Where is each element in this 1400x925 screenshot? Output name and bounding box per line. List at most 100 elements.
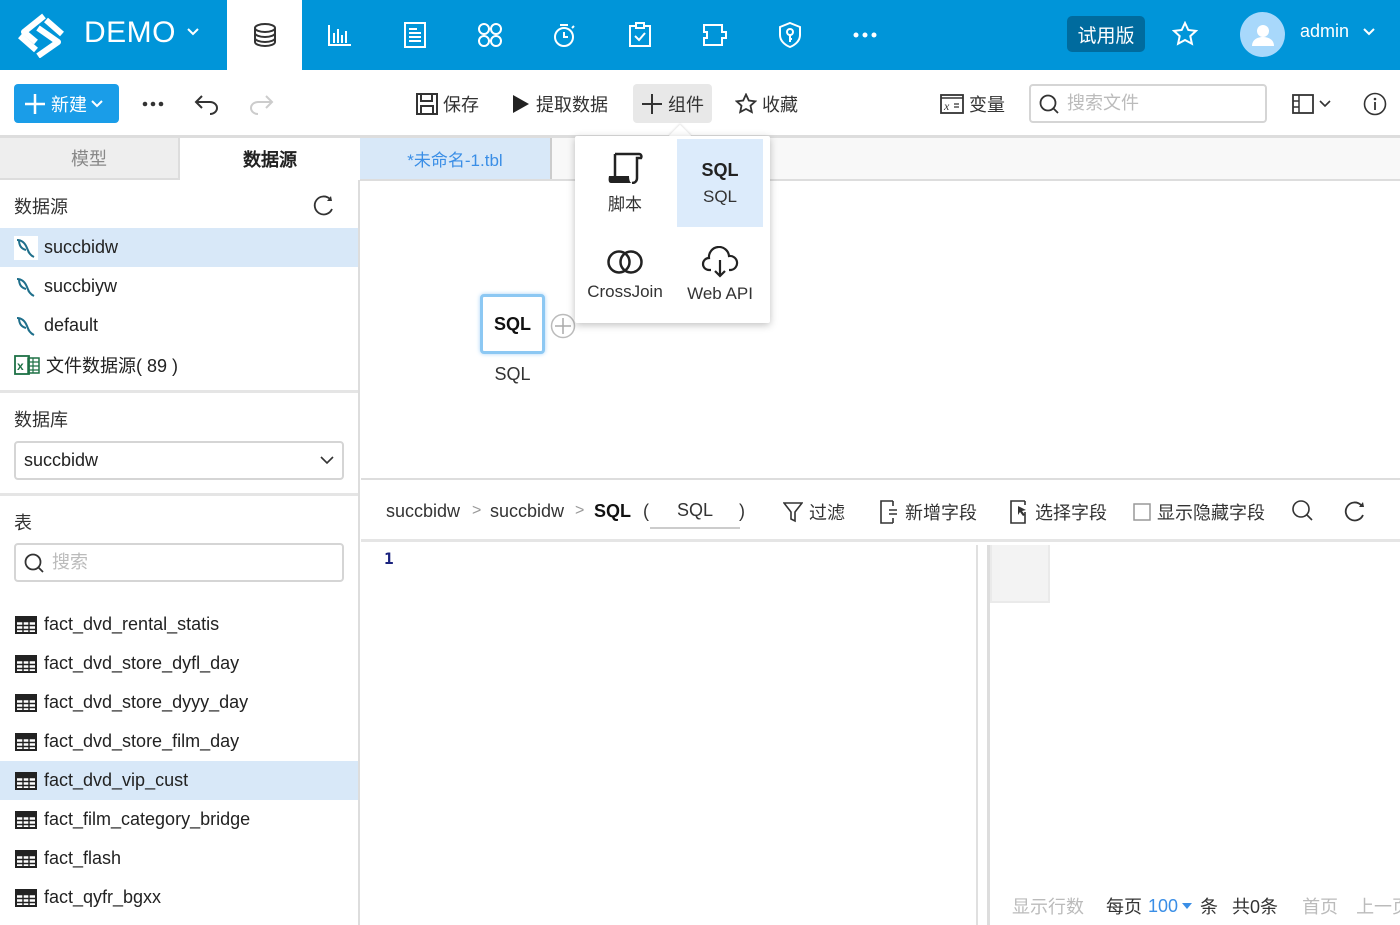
nav-data-modeling[interactable] <box>227 0 302 70</box>
table-list-item[interactable]: fact_qyfr_bgxx <box>0 878 358 917</box>
crossjoin-icon <box>606 248 644 276</box>
first-page-button[interactable]: 首页 <box>1302 893 1338 919</box>
tab-model[interactable]: 模型 <box>0 138 180 180</box>
user-name[interactable]: admin <box>1300 21 1349 42</box>
brand-name[interactable]: DEMO <box>84 16 176 50</box>
filter-label: 过滤 <box>809 503 845 523</box>
table-list-item[interactable]: fact_dvd_store_film_day <box>0 722 358 761</box>
close-paren: ) <box>739 501 745 521</box>
plus-icon <box>641 93 663 115</box>
database-section-title: 数据库 <box>14 410 68 430</box>
nav-report[interactable] <box>377 0 452 70</box>
file-search-input[interactable] <box>1067 93 1247 114</box>
refresh-icon <box>1343 499 1367 523</box>
component-button[interactable]: 组件 <box>633 84 712 123</box>
table-search-input[interactable] <box>52 552 312 573</box>
script-icon <box>607 152 643 184</box>
select-field-button[interactable]: 选择字段 <box>1009 499 1107 525</box>
datasource-item[interactable]: x 文件数据源( 89 ) <box>0 345 358 384</box>
new-button[interactable]: 新建 <box>14 84 119 123</box>
table-list-item[interactable]: fact_dvd_rental_statis <box>0 605 358 644</box>
file-search-box[interactable] <box>1029 84 1267 123</box>
nav-security[interactable] <box>752 0 827 70</box>
info-button[interactable] <box>1363 84 1387 123</box>
chevron-down-icon[interactable] <box>186 27 200 37</box>
per-page-select[interactable]: 100 <box>1148 893 1193 919</box>
prev-page-button[interactable]: 上一页 <box>1356 893 1400 919</box>
checkbox-icon <box>1133 503 1151 521</box>
table-name: fact_film_category_bridge <box>44 809 251 829</box>
timer-icon <box>552 22 578 48</box>
nav-more[interactable] <box>827 0 902 70</box>
select-field-label: 选择字段 <box>1035 503 1107 523</box>
split-handle-vertical[interactable] <box>976 545 990 925</box>
document-tab[interactable]: *未命名-1.tbl <box>360 138 552 179</box>
avatar[interactable] <box>1240 12 1285 57</box>
layout-toggle-button[interactable] <box>1292 84 1331 123</box>
component-script[interactable]: 脚本 <box>582 139 668 227</box>
per-page-label: 每页 <box>1106 897 1142 917</box>
database-select[interactable]: succbidw <box>14 441 344 480</box>
refresh-icon[interactable] <box>312 193 336 217</box>
show-hidden-fields-checkbox[interactable]: 显示隐藏字段 <box>1133 499 1265 525</box>
variable-button[interactable]: x 变量 <box>940 84 1005 123</box>
database-icon <box>252 22 278 48</box>
nav-plugins[interactable] <box>677 0 752 70</box>
security-icon <box>778 22 802 48</box>
refresh-data-button[interactable] <box>1343 499 1367 523</box>
favorite-label: 收藏 <box>762 94 798 115</box>
nav-schedule[interactable] <box>527 0 602 70</box>
component-crossjoin[interactable]: CrossJoin <box>582 231 668 319</box>
table-section-title: 表 <box>14 513 32 533</box>
node-alias-input[interactable] <box>650 494 740 529</box>
add-field-button[interactable]: 新增字段 <box>879 499 977 525</box>
report-icon <box>403 22 426 48</box>
undo-button[interactable] <box>194 84 220 123</box>
breadcrumb-datasource[interactable]: succbidw <box>386 501 460 522</box>
table-list-item[interactable]: fact_film_category_bridge <box>0 800 358 839</box>
table-list-item[interactable]: fact_flash <box>0 839 358 878</box>
extract-data-button[interactable]: 提取数据 <box>511 84 608 123</box>
add-node-icon[interactable] <box>550 313 576 339</box>
add-field-label: 新增字段 <box>905 503 977 523</box>
table-icon <box>15 771 37 790</box>
per-page-value: 100 <box>1148 895 1179 916</box>
trial-badge[interactable]: 试用版 <box>1067 16 1145 52</box>
datasource-item[interactable]: succbidw <box>0 228 358 267</box>
table-list-item[interactable]: fact_dvd_store_dyyy_day <box>0 683 358 722</box>
datasource-item[interactable]: default <box>0 306 358 345</box>
mysql-icon <box>14 314 38 338</box>
search-field-button[interactable] <box>1291 499 1313 521</box>
filter-icon <box>783 501 803 523</box>
variable-icon: x <box>940 93 964 114</box>
filter-button[interactable]: 过滤 <box>783 499 845 525</box>
table-search-box[interactable] <box>14 543 344 582</box>
app-grid-icon <box>477 22 503 48</box>
redo-button[interactable] <box>248 84 274 123</box>
nav-apps[interactable] <box>452 0 527 70</box>
favorite-button[interactable]: 收藏 <box>735 84 798 123</box>
component-webapi[interactable]: Web API <box>677 231 763 319</box>
chevron-down-icon <box>91 99 103 108</box>
table-list-item[interactable]: fact_dvd_store_dyfl_day <box>0 644 358 683</box>
sql-editor[interactable]: 1 <box>361 545 976 925</box>
sql-node[interactable]: SQL <box>480 294 545 354</box>
nav-tasks[interactable] <box>602 0 677 70</box>
star-icon[interactable] <box>1172 21 1198 47</box>
info-icon <box>1363 92 1387 116</box>
left-panel: 模型 数据源 数据源 succbidw succbiyw default x 文… <box>0 138 360 925</box>
breadcrumb-database[interactable]: succbidw <box>490 501 564 522</box>
chevron-down-icon[interactable] <box>1362 27 1376 37</box>
more-button[interactable] <box>142 84 164 123</box>
line-number: 1 <box>384 549 394 568</box>
component-sql[interactable]: SQL SQL <box>677 139 763 227</box>
datasource-item[interactable]: succbiyw <box>0 267 358 306</box>
tab-datasource[interactable]: 数据源 <box>180 138 360 180</box>
divider <box>0 390 358 393</box>
save-button[interactable]: 保存 <box>416 84 479 123</box>
component-menu: 脚本 SQL SQL CrossJoin Web API <box>575 136 770 323</box>
nav-analysis[interactable] <box>302 0 377 70</box>
grid-corner-cell <box>990 545 1050 603</box>
table-name: fact_dvd_vip_cust <box>44 770 189 790</box>
table-list-item[interactable]: fact_dvd_vip_cust <box>0 761 358 800</box>
